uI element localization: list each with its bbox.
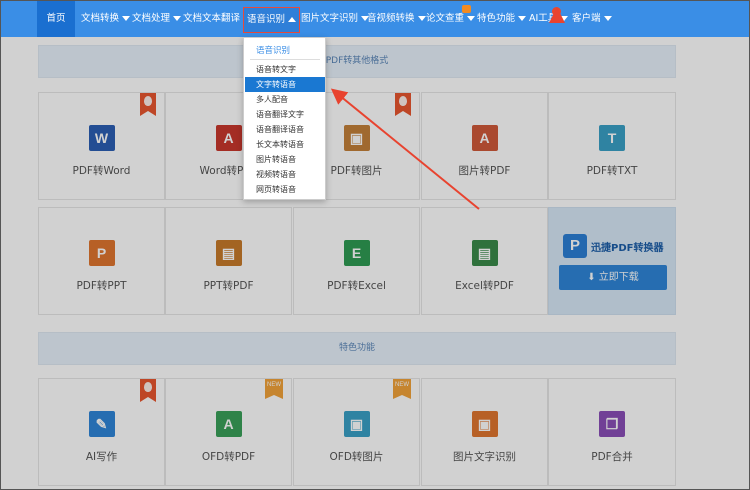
page-frame: 首页 文档转换 文档处理 文档文本翻译 语音识别 图片文字识别 音视频转换 论文… (0, 0, 750, 490)
pointer-arrow (330, 88, 480, 210)
annotation-arrows (330, 7, 565, 210)
